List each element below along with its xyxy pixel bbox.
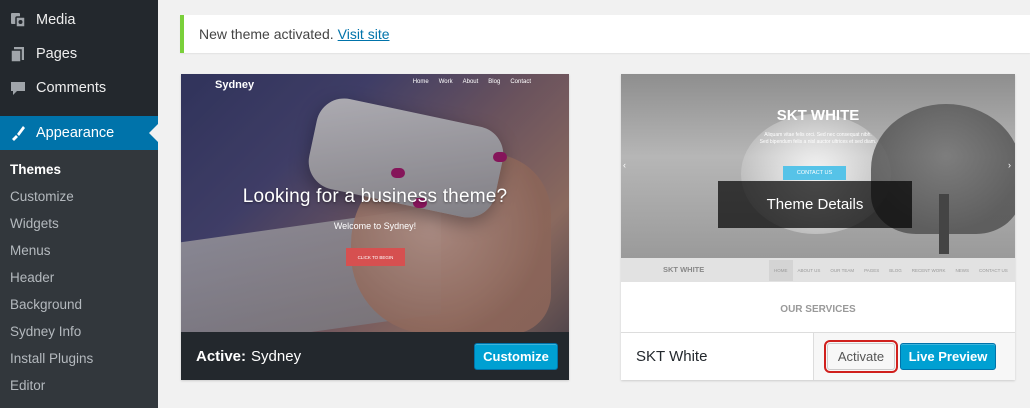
admin-sidebar: Media Pages Comments Appearance Themes C… [0,0,158,408]
menu-label: Pages [36,46,78,62]
theme-details-button[interactable]: Theme Details [718,181,912,228]
submenu-item-background[interactable]: Background [10,295,82,315]
preview-nav: Home Work About Blog Contact [413,79,531,85]
submenu-item-themes[interactable]: Themes [10,160,61,180]
appearance-submenu: Themes Customize Widgets Menus Header Ba… [0,150,158,408]
preview-nav-item: About [462,79,479,85]
submenu-item-sydney-info[interactable]: Sydney Info [10,322,81,342]
preview-contact-button: CONTACT US [783,166,846,180]
preview-nav-item: Home [412,79,429,85]
preview-logo: SKT WHITE [663,265,705,274]
preview-nav-item: PAGES [864,267,880,273]
menu-label: Comments [36,80,107,96]
preview-title: SKT WHITE [776,107,860,124]
preview-nav-item: Work [438,79,453,85]
theme-name: Sydney [251,347,302,365]
notice-text: New theme activated. [199,26,334,42]
submenu-item-header[interactable]: Header [10,268,54,288]
chevron-right-icon: › [1008,160,1011,170]
pages-icon [8,44,28,64]
preview-nav-item: CONTACT US [978,267,1008,273]
preview-nav-item: HOME [769,259,793,281]
chevron-left-icon: ‹ [623,160,626,170]
submenu-item-editor[interactable]: Editor [10,376,45,396]
theme-card-skt-white[interactable]: SKT WHITE Aliquam vitae felis orci. Sed … [621,74,1015,380]
media-icon [8,10,28,30]
theme-screenshot[interactable]: Sydney Home Work About Blog Contact Look… [181,74,569,332]
active-status-label: Active: [196,347,247,365]
activation-notice: New theme activated. Visit site [180,15,1030,53]
submenu-item-install-plugins[interactable]: Install Plugins [10,349,93,369]
menu-item-comments[interactable]: Comments [0,71,158,105]
menu-label: Media [36,12,76,28]
preview-desc-line: Sed bipendum felis a nisl auctor ultrice… [759,139,877,145]
theme-card-sydney[interactable]: Sydney Home Work About Blog Contact Look… [181,74,569,380]
preview-nav-item: BLOG [889,267,902,273]
menu-label: Appearance [36,125,115,141]
current-indicator [149,124,158,142]
submenu-item-customize[interactable]: Customize [10,187,74,207]
theme-screenshot[interactable]: SKT WHITE Aliquam vitae felis orci. Sed … [621,74,1015,332]
theme-name: SKT White [636,348,708,365]
customize-button[interactable]: Customize [474,343,558,370]
preview-nav-item: ABOUT US [797,267,821,273]
preview-nav-item: Contact [510,79,531,85]
menu-item-media[interactable]: Media [0,3,158,37]
activate-button[interactable]: Activate [824,340,898,373]
live-preview-button[interactable]: Live Preview [900,343,996,370]
preview-nav: HOME ABOUT US OUR TEAM PAGES BLOG RECENT… [769,258,1013,282]
tree-trunk [939,194,949,254]
preview-logo: Sydney [215,79,255,91]
preview-hero: SKT WHITE Aliquam vitae felis orci. Sed … [621,74,1015,258]
submenu-item-widgets[interactable]: Widgets [10,214,59,234]
preview-nav-item: OUR TEAM [830,267,855,273]
preview-services-heading: OUR SERVICES [780,304,856,315]
menu-item-appearance[interactable]: Appearance [0,116,158,150]
visit-site-link[interactable]: Visit site [338,26,390,42]
appearance-icon [8,123,28,143]
menu-item-pages[interactable]: Pages [0,37,158,71]
preview-nav-item: Blog [488,79,501,85]
comments-icon [8,78,28,98]
preview-desc-line: Aliquam vitae felis orci. Sed nec conseq… [764,132,872,138]
submenu-item-menus[interactable]: Menus [10,241,51,261]
preview-headline: Looking for a business theme? [242,186,508,207]
preview-nav-item: NEWS [955,267,969,273]
preview-nav-bar: SKT WHITE HOME ABOUT US OUR TEAM PAGES B… [621,258,1015,282]
preview-subheadline: Welcome to Sydney! [333,221,417,231]
preview-nav-item: RECENT WORK [911,267,946,273]
preview-description: Aliquam vitae felis orci. Sed nec conseq… [621,132,1015,146]
preview-cta: CLICK TO BEGIN [346,248,405,266]
